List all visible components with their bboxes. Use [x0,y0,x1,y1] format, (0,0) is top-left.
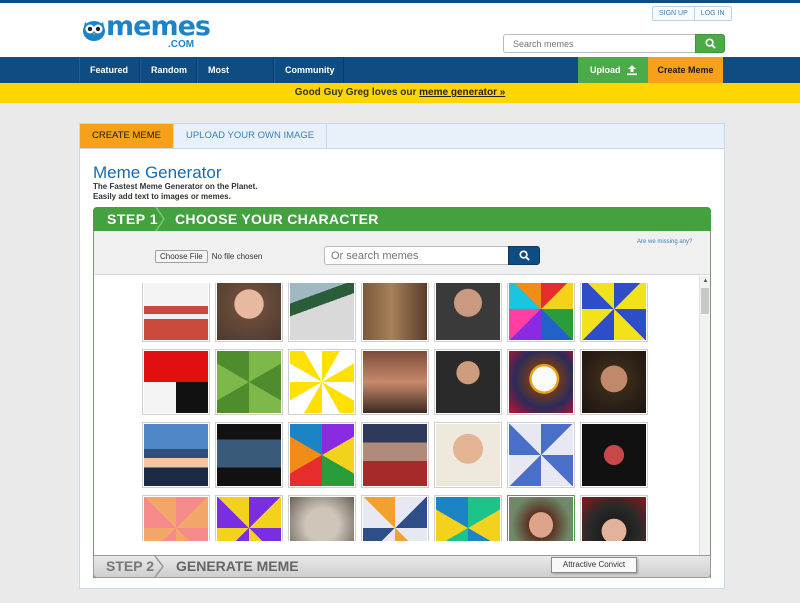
meme-thumbnail[interactable] [142,422,210,488]
scrollbar-thumb[interactable] [701,288,709,314]
meme-thumbnail[interactable] [288,422,356,488]
site-header: memes .COM SIGN UP LOG IN [0,3,800,57]
subtitle-line-2: Easily add text to images or memes. [93,192,231,201]
log-in-link[interactable]: LOG IN [693,7,731,20]
page-subtitle: The Fastest Meme Generator on the Planet… [93,182,257,202]
step-1-body: Choose File No file chosen Are we missin… [93,231,711,578]
create-meme-button[interactable]: Create Meme [648,57,723,83]
search-icon [704,38,716,49]
meme-thumbnail[interactable] [580,349,648,415]
tab-create-meme[interactable]: CREATE MEME [80,124,174,148]
step-chevron-icon [154,556,164,577]
nav-community[interactable]: Community [274,57,344,83]
owl-mascot-icon [83,21,105,41]
upload-button[interactable]: Upload [578,57,648,83]
file-status: No file chosen [211,252,263,261]
meme-thumbnail[interactable] [507,422,575,488]
header-search-input[interactable] [503,34,695,53]
grid-scrollbar[interactable]: ▲ ▼ [699,276,710,578]
thumbnail-tooltip: Attractive Convict [551,557,637,573]
step-1-header: STEP 1 CHOOSE YOUR CHARACTER [93,207,711,231]
meme-thumbnail[interactable] [361,349,429,415]
meme-thumbnail[interactable] [507,349,575,415]
main-nav: Featured Random Most Popular Community U… [0,57,800,101]
nav-featured[interactable]: Featured [79,57,140,83]
logo-wordmark: memes [106,11,211,42]
nav-random[interactable]: Random [140,57,197,83]
meme-thumbnail[interactable] [361,422,429,488]
character-grid [142,283,650,541]
file-picker: Choose File No file chosen [155,250,262,263]
page-title: Meme Generator [93,163,222,182]
meme-thumbnail[interactable] [434,283,502,342]
meme-search [324,246,540,265]
nav-most-popular[interactable]: Most Popular [197,57,274,101]
step-2-label: GENERATE MEME [176,558,299,574]
meme-thumbnail[interactable] [580,422,648,488]
meme-thumbnail[interactable] [507,283,575,342]
meme-thumbnail[interactable] [288,283,356,342]
meme-thumbnail[interactable] [434,495,502,541]
header-search [503,34,725,53]
meme-thumbnail[interactable] [142,283,210,342]
sign-up-link[interactable]: SIGN UP [653,7,694,20]
meme-thumbnail[interactable] [215,349,283,415]
meme-thumbnail[interactable] [142,495,210,541]
subtitle-line-1: The Fastest Meme Generator on the Planet… [93,182,258,191]
search-icon [518,250,530,261]
promo-banner: Good Guy Greg loves our meme generator » [0,83,800,103]
meme-thumbnail[interactable] [361,495,429,541]
step-1-number: STEP 1 [107,211,158,227]
meme-thumbnail[interactable] [142,349,210,415]
upload-icon [627,65,637,76]
auth-links: SIGN UP LOG IN [652,6,732,21]
choose-file-button[interactable]: Choose File [155,250,208,263]
promo-text: Good Guy Greg loves our [294,87,420,98]
step-2-number: STEP 2 [106,558,154,574]
header-search-button[interactable] [695,34,725,53]
meme-thumbnail[interactable] [215,495,283,541]
site-logo[interactable]: memes .COM [82,12,211,52]
meme-thumbnail[interactable] [215,422,283,488]
character-toolbar: Choose File No file chosen Are we missin… [94,231,710,275]
meme-thumbnail[interactable] [580,283,648,342]
meme-thumbnail-attractive-convict[interactable] [507,495,575,541]
meme-thumbnail[interactable] [215,283,283,342]
promo-link[interactable]: meme generator » [419,87,505,98]
meme-search-button[interactable] [508,246,540,265]
meme-thumbnail[interactable] [434,422,502,488]
tab-upload-own-image[interactable]: UPLOAD YOUR OWN IMAGE [174,124,328,148]
meme-thumbnail[interactable] [361,283,429,342]
step-1-label: CHOOSE YOUR CHARACTER [175,211,379,227]
upload-button-label: Upload [590,65,621,75]
meme-generator-panel: CREATE MEME UPLOAD YOUR OWN IMAGE Meme G… [79,123,725,589]
meme-thumbnail[interactable] [288,349,356,415]
meme-search-input[interactable] [324,246,508,265]
meme-thumbnail[interactable] [288,495,356,541]
missing-memes-link[interactable]: Are we missing any? [637,239,692,245]
meme-thumbnail[interactable] [434,349,502,415]
meme-thumbnail[interactable] [580,495,648,541]
panel-tabs: CREATE MEME UPLOAD YOUR OWN IMAGE [80,124,724,149]
logo-domain-suffix: .COM [168,39,195,50]
step-chevron-icon [155,207,165,231]
scroll-up-arrow[interactable]: ▲ [700,276,711,286]
